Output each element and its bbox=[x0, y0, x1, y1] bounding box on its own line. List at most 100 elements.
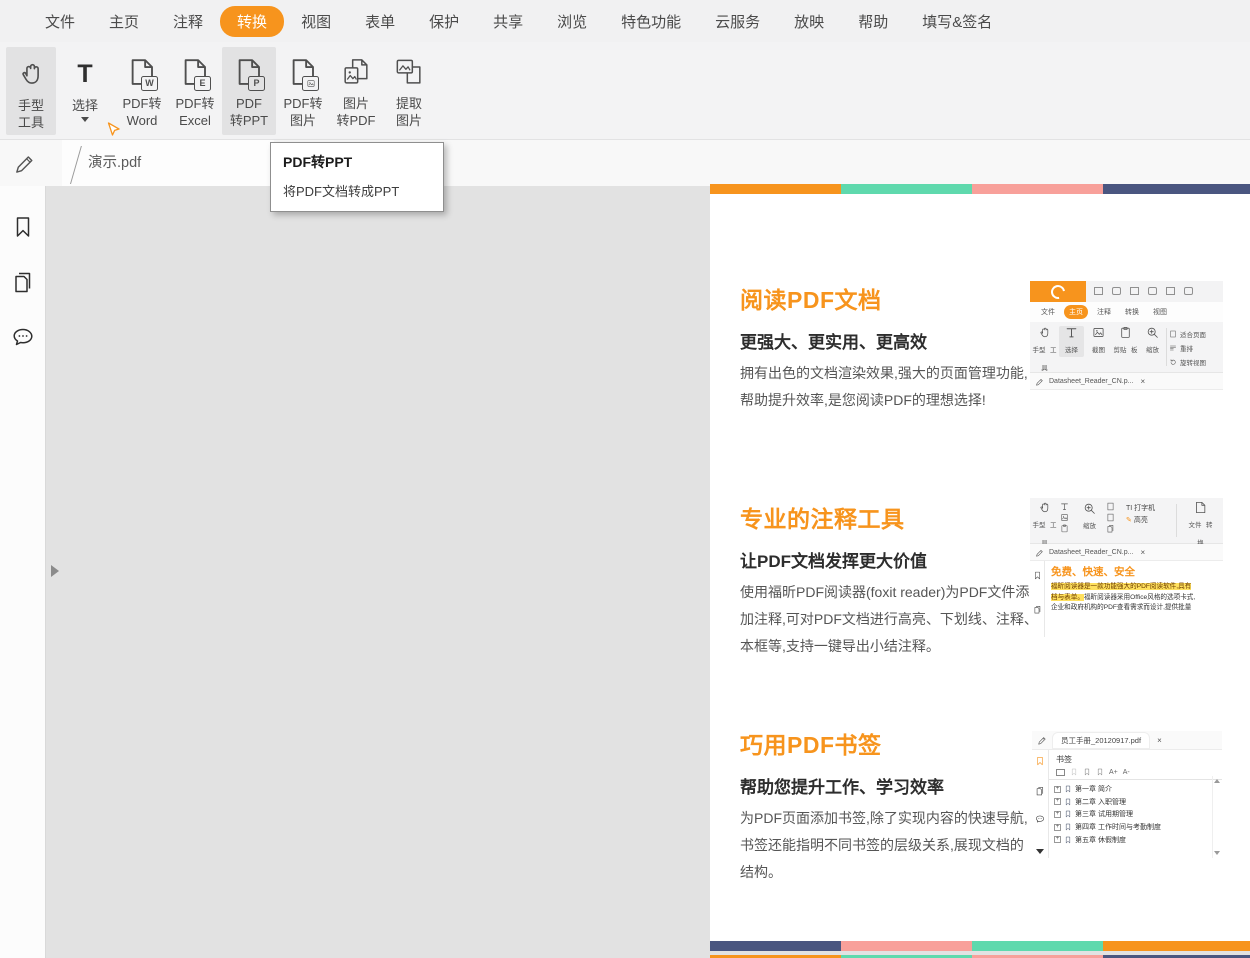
mini-doc-icon bbox=[1166, 287, 1175, 295]
mini-bookmark-panel: 书签 A+ A- +第一章 简介 +第二章 入职管理 +第三章 试用期管理 +第… bbox=[1049, 750, 1222, 858]
image-to-pdf-icon bbox=[339, 55, 373, 91]
section-subheading: 帮助您提升工作、学习效率 bbox=[740, 773, 1036, 798]
menu-tab-present[interactable]: 放映 bbox=[777, 6, 841, 37]
image-to-pdf-button[interactable]: 图片转PDF bbox=[330, 47, 382, 135]
mini-hand-tool: 手型 工具 bbox=[1032, 501, 1057, 550]
menu-tab-file[interactable]: 文件 bbox=[28, 6, 92, 37]
mini-zoom-tool: 缩放 bbox=[1077, 502, 1102, 533]
menu-tab-fill-sign[interactable]: 填写&签名 bbox=[905, 6, 1009, 37]
mini-snapshot-tool: 截图 bbox=[1086, 326, 1111, 357]
pdf-to-ppt-button[interactable]: P PDF转PPT bbox=[222, 47, 276, 135]
pdf-to-word-button[interactable]: W PDF转Word bbox=[116, 47, 168, 135]
section-read-pdf: 阅读PDF文档 更强大、更实用、更高效 拥有出色的文档渲染效果,强大的页面管理功… bbox=[740, 281, 1036, 414]
screenshot-annotation: 手型 工具 缩放 TI 打字机 ✎ 高亮 bbox=[1030, 498, 1223, 638]
section-body: 使用福昕PDF阅读器(foxit reader)为PDF文件添 加注释,可对PD… bbox=[740, 579, 1036, 660]
mini-close-icon: × bbox=[1157, 736, 1162, 745]
select-tool-button[interactable]: T 选择 bbox=[61, 47, 109, 135]
mini-scrollbar bbox=[1212, 776, 1222, 858]
mini-highlight-label: ✎ 高亮 bbox=[1126, 516, 1148, 526]
pdf-to-image-icon bbox=[286, 55, 320, 91]
document-tab-label: 演示.pdf bbox=[88, 140, 141, 186]
pdf-page: 阅读PDF文档 更强大、更实用、更高效 拥有出色的文档渲染效果,强大的页面管理功… bbox=[710, 184, 1250, 951]
mini-titlebar bbox=[1030, 281, 1223, 302]
section-pdf-bookmarks: 巧用PDF书签 帮助您提升工作、学习效率 为PDF页面添加书签,除了实现内容的快… bbox=[740, 726, 1036, 886]
mini-panel-toolbar: A+ A- bbox=[1049, 768, 1222, 780]
page-top-color-bar bbox=[710, 184, 1250, 194]
bookmark-panel-button[interactable] bbox=[11, 215, 35, 244]
mini-tabbar: Datasheet_Reader_CN.p... × bbox=[1030, 544, 1223, 561]
page-bottom-color-bar bbox=[710, 941, 1250, 951]
mini-close-icon: × bbox=[1140, 377, 1145, 386]
hand-tool-button[interactable]: 手型工具 bbox=[6, 47, 56, 135]
mini-undo-icon bbox=[1184, 287, 1193, 295]
extract-image-icon bbox=[392, 55, 426, 91]
mini-hand-tool: 手型 工具 bbox=[1032, 326, 1057, 375]
document-tab[interactable]: 演示.pdf bbox=[62, 140, 274, 186]
menubar: 文件 主页 注释 转换 视图 表单 保护 共享 浏览 特色功能 云服务 放映 帮… bbox=[0, 0, 1250, 42]
mini-clipboard-tool: 剪贴 板 bbox=[1113, 326, 1138, 357]
mini-zoom-tool: 缩放 bbox=[1140, 326, 1165, 357]
caret-down-icon bbox=[81, 117, 89, 122]
mini-font-up-icon: A+ bbox=[1109, 769, 1118, 776]
sidebar-expand-handle[interactable] bbox=[51, 565, 59, 577]
section-annotation-tools: 专业的注释工具 让PDF文档发挥更大价值 使用福昕PDF阅读器(foxit re… bbox=[740, 500, 1036, 660]
tooltip-title: PDF转PPT bbox=[283, 152, 431, 172]
menu-tab-browse[interactable]: 浏览 bbox=[540, 6, 604, 37]
mini-list-icon bbox=[1056, 769, 1065, 776]
menu-tab-help[interactable]: 帮助 bbox=[841, 6, 905, 37]
menu-tab-protect[interactable]: 保护 bbox=[412, 6, 476, 37]
section-heading: 巧用PDF书签 bbox=[740, 726, 1036, 760]
section-body: 为PDF页面添加书签,除了实现内容的快速导航, 书签还能指明不同书签的层级关系,… bbox=[740, 805, 1036, 886]
edit-pencil-icon[interactable] bbox=[13, 151, 36, 179]
pdf-to-image-button[interactable]: PDF转图片 bbox=[277, 47, 329, 135]
tooltip: PDF转PPT 将PDF文档转成PPT bbox=[270, 142, 444, 212]
mini-view-tools: 适合页面 重排 旋转视图 bbox=[1169, 327, 1206, 369]
mini-close-icon: × bbox=[1140, 548, 1145, 557]
pages-panel-button[interactable] bbox=[11, 270, 35, 299]
document-tabbar: 演示.pdf bbox=[0, 140, 1250, 186]
pdf-to-word-icon: W bbox=[125, 55, 159, 91]
screenshot-reader-home: 文件 主页 注释 转换 视图 手型 工具 选择 截图 bbox=[1030, 281, 1223, 398]
mini-tabbar: Datasheet_Reader_CN.p... × bbox=[1030, 373, 1223, 390]
mini-quick-access-toolbar bbox=[1094, 287, 1219, 295]
section-body: 拥有出色的文档渲染效果,强大的页面管理功能, 帮助提升效率,是您阅读PDF的理想… bbox=[740, 360, 1036, 414]
menu-tab-features[interactable]: 特色功能 bbox=[604, 6, 698, 37]
mini-page-cluster bbox=[1106, 502, 1115, 533]
mini-panel-title: 书签 bbox=[1056, 754, 1222, 765]
menu-tab-convert[interactable]: 转换 bbox=[220, 6, 284, 37]
mini-doc-heading: 免费、快速、安全 bbox=[1051, 564, 1222, 579]
screenshot-bookmarks: 员工手册_20120917.pdf × 书签 bbox=[1032, 731, 1222, 858]
mini-menubar: 文件 主页 注释 转换 视图 bbox=[1030, 302, 1223, 322]
pdf-to-ppt-icon: P bbox=[232, 55, 266, 91]
mini-caret-down-icon bbox=[1036, 849, 1044, 854]
mini-save-icon bbox=[1112, 287, 1121, 295]
menu-tab-home[interactable]: 主页 bbox=[92, 6, 156, 37]
pdf-to-excel-icon: E bbox=[178, 55, 212, 91]
mini-bookmark-tree: +第一章 简介 +第二章 入职管理 +第三章 试用期管理 +第四章 工作时间与考… bbox=[1049, 780, 1222, 846]
mini-select-tool: 选择 bbox=[1059, 326, 1084, 357]
mini-toolbar: 手型 工具 选择 截图 剪贴 板 缩放 bbox=[1030, 322, 1223, 373]
section-heading: 专业的注释工具 bbox=[740, 500, 1036, 534]
select-cursor-icon: T bbox=[77, 55, 92, 93]
section-subheading: 让PDF文档发挥更大价值 bbox=[740, 547, 1036, 572]
menu-tab-share[interactable]: 共享 bbox=[476, 6, 540, 37]
menu-tab-form[interactable]: 表单 bbox=[348, 6, 412, 37]
convert-ribbon: 手型工具 T 选择 W PDF转Word E PDF转Excel bbox=[0, 42, 1250, 140]
mini-foxit-logo bbox=[1030, 281, 1086, 302]
mini-mail-icon bbox=[1148, 287, 1157, 295]
comments-panel-button[interactable] bbox=[11, 325, 35, 354]
menu-tab-comment[interactable]: 注释 bbox=[156, 6, 220, 37]
mini-print-icon bbox=[1130, 287, 1139, 295]
mini-file-convert-tool: 文件 转换 bbox=[1188, 501, 1213, 550]
menu-tab-view[interactable]: 视图 bbox=[284, 6, 348, 37]
mini-sidebar bbox=[1032, 750, 1049, 858]
mini-sidebar bbox=[1030, 561, 1045, 637]
extract-image-button[interactable]: 提取图片 bbox=[383, 47, 435, 135]
menu-tab-cloud[interactable]: 云服务 bbox=[698, 6, 777, 37]
tooltip-description: 将PDF文档转成PPT bbox=[283, 181, 431, 200]
hand-icon bbox=[17, 55, 45, 93]
mini-select-cluster bbox=[1060, 502, 1069, 533]
mini-typewriter-label: TI 打字机 bbox=[1126, 504, 1155, 514]
pdf-to-excel-button[interactable]: E PDF转Excel bbox=[169, 47, 221, 135]
mini-toolbar: 手型 工具 缩放 TI 打字机 ✎ 高亮 bbox=[1030, 498, 1223, 544]
